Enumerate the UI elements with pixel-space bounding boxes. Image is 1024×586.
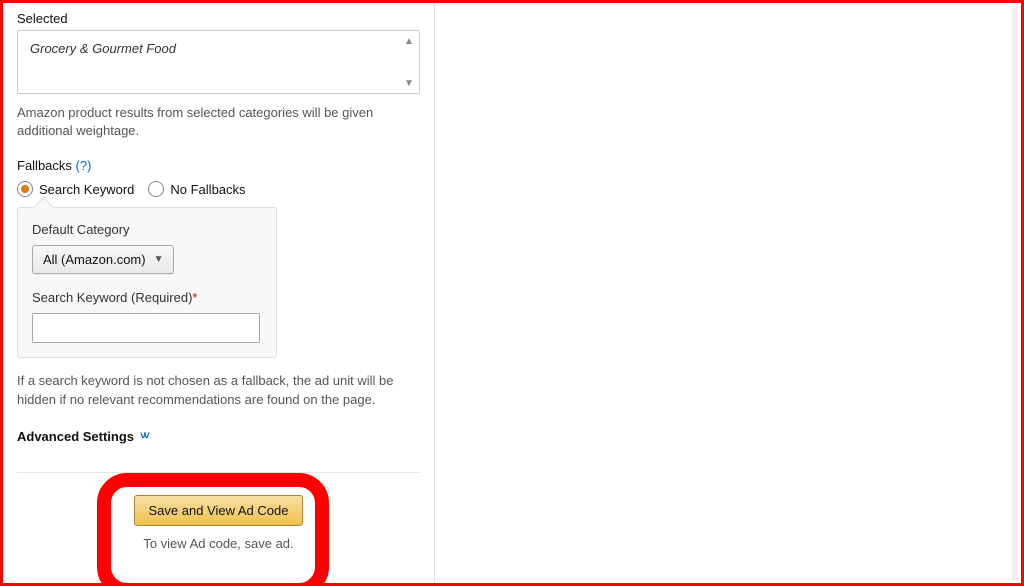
scroll-down-icon[interactable]: ▼ bbox=[401, 75, 417, 91]
fallbacks-help-link[interactable]: (?) bbox=[76, 158, 92, 173]
radio-label-no-fallbacks: No Fallbacks bbox=[170, 182, 245, 197]
default-category-value: All (Amazon.com) bbox=[43, 252, 146, 267]
selected-label: Selected bbox=[17, 11, 420, 26]
save-hint-text: To view Ad code, save ad. bbox=[134, 536, 304, 551]
weightage-help-text: Amazon product results from selected cat… bbox=[17, 104, 420, 140]
double-chevron-down-icon: ˅˅ bbox=[140, 430, 147, 442]
scroll-up-icon[interactable]: ▲ bbox=[401, 33, 417, 49]
fallback-panel: Default Category All (Amazon.com) ▼ Sear… bbox=[17, 207, 277, 358]
radio-icon bbox=[148, 181, 164, 197]
save-and-view-button[interactable]: Save and View Ad Code bbox=[134, 495, 304, 526]
scrollbar[interactable] bbox=[1012, 6, 1018, 580]
default-category-select[interactable]: All (Amazon.com) ▼ bbox=[32, 245, 174, 274]
form-column: Selected Grocery & Gourmet Food ▲ ▼ Amaz… bbox=[3, 3, 435, 583]
selected-category-item: Grocery & Gourmet Food bbox=[30, 41, 176, 56]
advanced-settings-label: Advanced Settings bbox=[17, 429, 134, 444]
default-category-label: Default Category bbox=[32, 222, 262, 237]
advanced-settings-toggle[interactable]: Advanced Settings ˅˅ bbox=[17, 429, 420, 444]
fallbacks-radio-group: Search Keyword No Fallbacks bbox=[17, 181, 420, 197]
radio-label-search-keyword: Search Keyword bbox=[39, 182, 134, 197]
search-keyword-input[interactable] bbox=[32, 313, 260, 343]
radio-icon bbox=[17, 181, 33, 197]
fallbacks-label: Fallbacks (?) bbox=[17, 158, 420, 173]
required-star: * bbox=[192, 290, 197, 305]
radio-search-keyword[interactable]: Search Keyword bbox=[17, 181, 134, 197]
search-keyword-label: Search Keyword (Required)* bbox=[32, 290, 262, 305]
save-section: Save and View Ad Code To view Ad code, s… bbox=[17, 495, 420, 551]
window-frame: Selected Grocery & Gourmet Food ▲ ▼ Amaz… bbox=[0, 0, 1024, 586]
radio-no-fallbacks[interactable]: No Fallbacks bbox=[148, 181, 245, 197]
divider bbox=[17, 472, 420, 473]
chevron-down-icon: ▼ bbox=[154, 254, 164, 265]
selected-categories-box[interactable]: Grocery & Gourmet Food ▲ ▼ bbox=[17, 30, 420, 94]
fallback-help-text: If a search keyword is not chosen as a f… bbox=[17, 372, 420, 408]
fallbacks-label-text: Fallbacks bbox=[17, 158, 72, 173]
